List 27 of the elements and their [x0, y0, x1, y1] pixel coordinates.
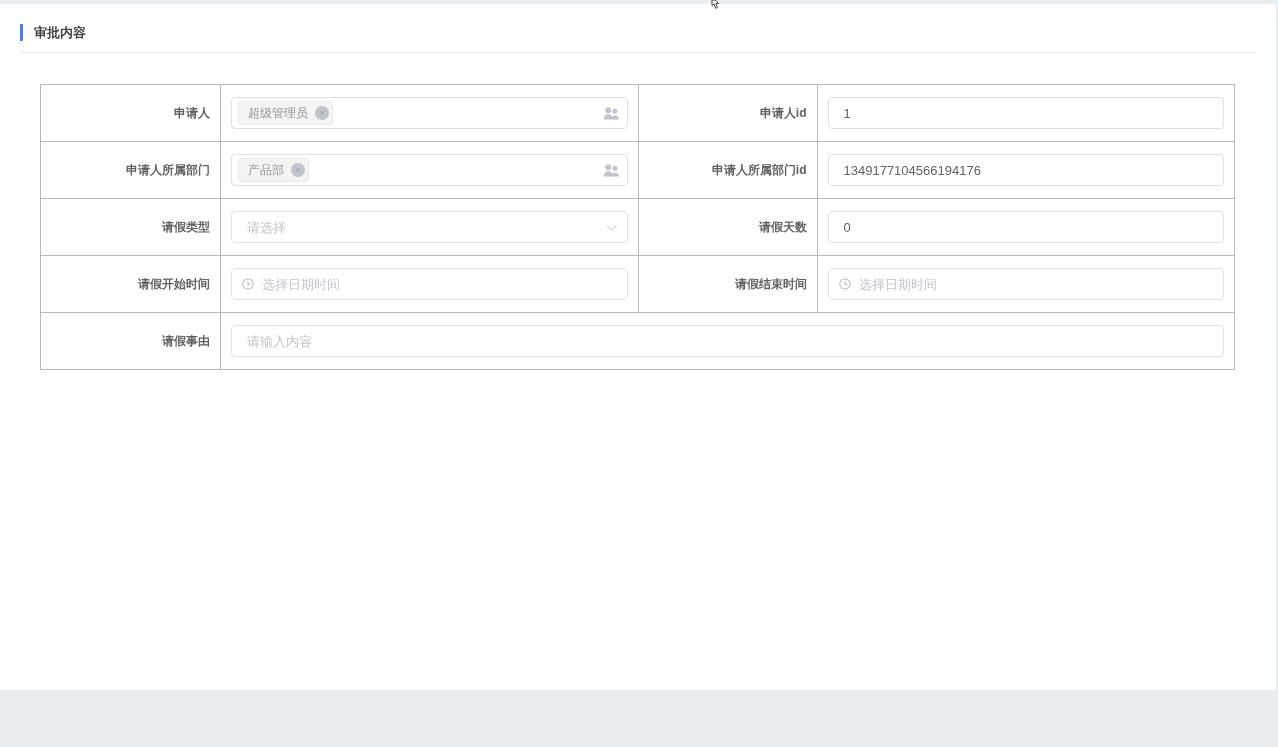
- clock-icon: [242, 278, 254, 290]
- field-label: 请假开始时间: [138, 276, 210, 291]
- datetime-field[interactable]: 选择日期时间: [231, 268, 628, 300]
- section-title: 审批内容: [34, 23, 86, 42]
- input-field[interactable]: 0: [827, 211, 1224, 243]
- input-field[interactable]: 请输入内容: [231, 325, 1224, 357]
- tag-label: 超级管理员: [248, 104, 308, 122]
- field-label: 申请人所属部门: [126, 162, 210, 177]
- accent-bar: [20, 24, 23, 41]
- close-icon[interactable]: [291, 163, 305, 177]
- tag-label: 产品部: [248, 161, 284, 179]
- field-label: 申请人id: [759, 105, 807, 120]
- field-label: 请假事由: [162, 333, 210, 348]
- input-field[interactable]: 1: [827, 97, 1224, 129]
- chevron-down-icon[interactable]: [605, 225, 617, 231]
- field-label: 请假类型: [162, 219, 210, 234]
- input-field[interactable]: 1349177104566194176: [827, 154, 1224, 186]
- clock-icon: [838, 278, 851, 290]
- users-icon[interactable]: [603, 163, 619, 177]
- select-field[interactable]: 请选择: [231, 211, 628, 243]
- field-label: 申请人: [174, 105, 210, 120]
- users-icon[interactable]: [603, 106, 619, 120]
- datetime-field[interactable]: 选择日期时间: [827, 268, 1224, 300]
- field-label: 请假天数: [758, 219, 807, 234]
- close-icon[interactable]: [315, 106, 329, 120]
- field-label: 请假结束时间: [734, 276, 807, 291]
- field-label: 申请人所属部门id: [711, 162, 807, 177]
